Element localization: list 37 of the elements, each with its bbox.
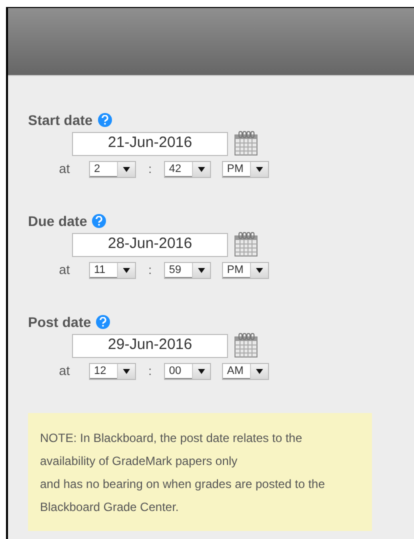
help-icon[interactable]	[96, 315, 110, 329]
at-label: at	[59, 160, 71, 178]
caret-icon	[123, 166, 130, 172]
help-icon[interactable]	[92, 214, 106, 228]
date-field[interactable]: 28-Jun-2016	[72, 232, 228, 256]
caret-icon	[256, 268, 263, 272]
calendar-icon[interactable]	[234, 232, 258, 257]
time-separator: :	[147, 161, 153, 178]
calendar-icon[interactable]	[234, 333, 258, 358]
caret-icon	[256, 368, 263, 374]
time-dropdown[interactable]: PM	[222, 160, 269, 178]
field-label: Post date	[28, 312, 92, 332]
date-field[interactable]: 21-Jun-2016	[72, 132, 228, 156]
time-dropdown[interactable]: 42	[164, 160, 211, 178]
time-dropdown[interactable]: 2	[89, 160, 136, 178]
time-dropdown[interactable]: 00	[164, 362, 211, 380]
calendar-icon[interactable]	[234, 131, 258, 156]
caret-icon	[198, 166, 205, 172]
field-label: Start date	[28, 110, 93, 130]
at-label: at	[59, 362, 71, 380]
help-icon[interactable]	[98, 113, 112, 127]
time-separator: :	[147, 363, 153, 380]
time-dropdown[interactable]: 59	[164, 262, 211, 278]
date-field[interactable]: 29-Jun-2016	[72, 334, 228, 358]
note-text: NOTE: In Blackboard, the post date relates to the availability of GradeMark papers only and has no bearing on when grades are posted to the Blackboard Grade Center.	[40, 430, 326, 516]
caret-icon	[198, 368, 205, 374]
time-separator: :	[147, 262, 153, 279]
field-label: Due date	[28, 212, 88, 230]
time-dropdown[interactable]: 11	[89, 262, 136, 278]
time-dropdown[interactable]: PM	[222, 262, 269, 278]
time-dropdown[interactable]: AM	[222, 362, 269, 380]
caret-icon	[198, 268, 205, 272]
time-dropdown[interactable]: 12	[89, 362, 136, 380]
at-label: at	[59, 261, 71, 280]
caret-icon	[123, 368, 130, 374]
caret-icon	[256, 166, 263, 172]
caret-icon	[123, 268, 130, 272]
